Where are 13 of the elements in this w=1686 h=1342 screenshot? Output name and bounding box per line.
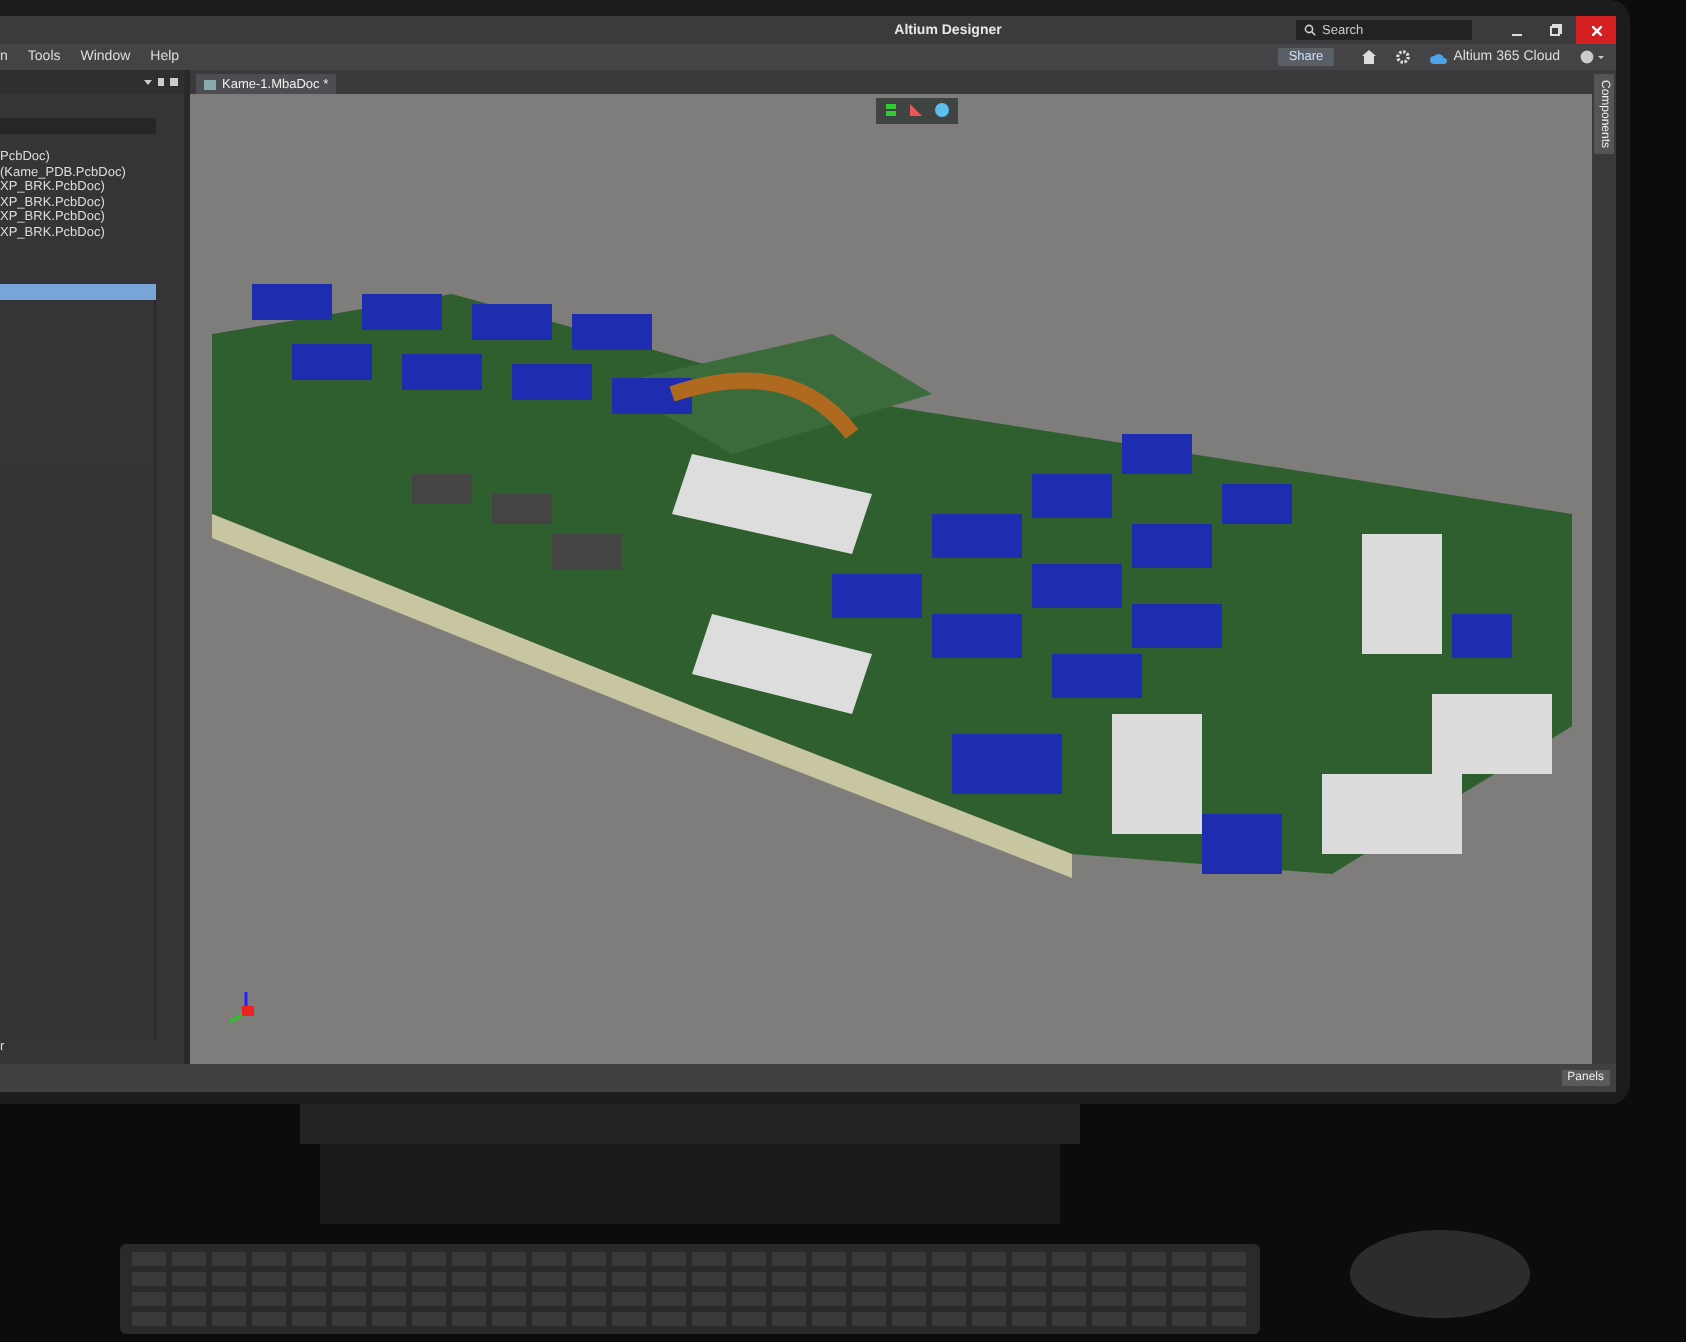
dropdown-icon[interactable]: [144, 78, 152, 86]
axis-gizmo-icon: [230, 992, 258, 1024]
search-icon: [1304, 24, 1316, 36]
layers-icon[interactable]: [883, 102, 897, 118]
triangle-ruler-icon[interactable]: [907, 102, 923, 118]
settings-icon[interactable]: [1395, 50, 1410, 64]
user-avatar-icon[interactable]: [1580, 50, 1604, 64]
home-icon[interactable]: [1361, 50, 1376, 64]
restore-icon: [1550, 24, 1562, 36]
sphere-icon[interactable]: [933, 102, 949, 118]
document-icon: [204, 79, 216, 89]
cloud-icon: [1429, 51, 1448, 63]
close-button[interactable]: [1576, 16, 1616, 44]
